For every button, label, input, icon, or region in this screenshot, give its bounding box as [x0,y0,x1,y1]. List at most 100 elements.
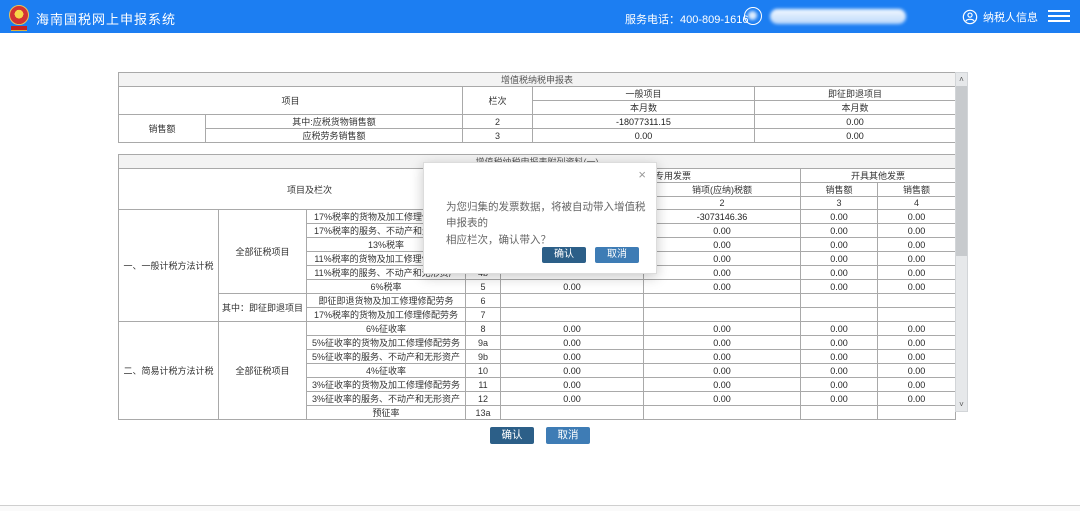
t2-col-no: 12 [466,392,501,406]
t1-header-item: 项目 [119,87,463,115]
t2-col-number: 4 [878,197,956,210]
t2-cell-value: 0.00 [801,392,878,406]
taxpayer-info-button[interactable]: 纳税人信息 [962,8,1038,26]
tax-emblem-logo [9,5,29,25]
t2-cell-value: 0.00 [501,322,644,336]
t2-row-label: 3%征收率的服务、不动产和无形资产 [307,392,466,406]
scroll-down-icon[interactable]: ˅ [956,398,967,411]
t2-cell-value [644,294,801,308]
close-icon[interactable]: × [638,168,646,181]
t2-row-label: 5%征收率的货物及加工修理修配劳务 [307,336,466,350]
tax-emblem-ribbon [11,26,27,31]
t2-row-label: 6%税率 [307,280,466,294]
import-confirm-dialog: × 为您归集的发票数据，将被自动带入增值税申报表的 相应栏次，确认带入？ 确认 … [423,162,657,274]
t2-row-category: 一、一般计税方法计税 [119,210,219,322]
t1-header-colno: 栏次 [463,87,533,115]
dialog-message: 为您归集的发票数据，将被自动带入增值税申报表的 相应栏次，确认带入？ [446,199,646,248]
table-row: 其中：即征即退项目 即征即退货物及加工修理修配劳务 6 [119,294,956,308]
t2-row-subcategory: 全部征税项目 [219,210,307,294]
t2-header-output-tax: 销项(应纳)税额 [644,183,801,197]
scrollbar-thumb[interactable] [956,86,967,256]
t1-row-label: 应税劳务销售额 [206,129,463,143]
t1-col-no: 3 [463,129,533,143]
footer-divider [0,505,1080,511]
dialog-confirm-button[interactable]: 确认 [542,247,586,263]
t2-cell-value: 0.00 [801,238,878,252]
hamburger-menu-button[interactable] [1048,10,1070,23]
t1-header-month: 本月数 [755,101,956,115]
dialog-cancel-button[interactable]: 取消 [595,247,639,263]
table1-title: 增值税纳税申报表 [119,73,956,87]
t2-col-number: 3 [801,197,878,210]
t2-col-no: 9a [466,336,501,350]
t2-cell-value: 0.00 [801,210,878,224]
t2-col-no: 7 [466,308,501,322]
t2-cell-value: 0.00 [801,266,878,280]
t2-row-label: 5%征收率的服务、不动产和无形资产 [307,350,466,364]
t2-cell-value: 0.00 [878,336,956,350]
table-row: 销售额 其中:应税货物销售额 2 -18077311.15 0.00 [119,115,956,129]
org-badge-icon [744,7,762,25]
t2-cell-value: 0.00 [878,322,956,336]
t2-col-no: 6 [466,294,501,308]
t2-cell-value: 0.00 [878,238,956,252]
t2-col-no: 11 [466,378,501,392]
t2-cell-value: 0.00 [644,224,801,238]
t1-cell-value: 0.00 [533,129,755,143]
t2-cell-value: 0.00 [644,266,801,280]
t2-col-no: 9b [466,350,501,364]
service-phone: 服务电话：400-809-1616 [625,11,749,27]
t2-cell-value: 0.00 [501,392,644,406]
table-row: 二、简易计税方法计税 全部征税项目 6%征收率 8 0.00 0.00 0.00… [119,322,956,336]
t2-cell-value [878,294,956,308]
t2-row-label: 17%税率的货物及加工修理修配劳务 [307,308,466,322]
t2-row-label: 4%征收率 [307,364,466,378]
t2-cell-value: 0.00 [644,350,801,364]
t2-cell-value: 0.00 [878,280,956,294]
t2-cell-value: 0.00 [644,378,801,392]
scroll-up-icon[interactable]: ˄ [956,73,967,86]
t2-row-label: 3%征收率的货物及加工修理修配劳务 [307,378,466,392]
t2-cell-value: 0.00 [644,322,801,336]
t2-cell-value: 0.00 [801,336,878,350]
t2-cell-value: 0.00 [878,266,956,280]
t1-row-label: 其中:应税货物销售额 [206,115,463,129]
t2-row-category: 二、简易计税方法计税 [119,322,219,420]
t2-cell-value [801,294,878,308]
t2-cell-value [801,406,878,420]
t2-cell-value: 0.00 [878,364,956,378]
t2-cell-value: 0.00 [801,350,878,364]
t1-row-group: 销售额 [119,115,206,143]
table-row: 应税劳务销售额 3 0.00 0.00 [119,129,956,143]
page-actions: 确认 取消 [0,427,1080,444]
t2-cell-value: 0.00 [878,252,956,266]
t2-cell-value [644,308,801,322]
t2-cell-value: 0.00 [801,322,878,336]
t1-header-month: 本月数 [533,101,755,115]
t2-cell-value: 0.00 [644,336,801,350]
t1-cell-value: 0.00 [755,129,956,143]
cancel-button[interactable]: 取消 [546,427,590,444]
t2-cell-value: 0.00 [801,364,878,378]
t2-cell-value [501,294,644,308]
t2-cell-value [878,406,956,420]
t2-cell-value: 0.00 [644,392,801,406]
t1-cell-value: -18077311.15 [533,115,755,129]
page: 海南国税网上申报系统 服务电话：400-809-1616 纳税人信息 增值税纳税… [0,0,1080,511]
t2-row-label: 预征率 [307,406,466,420]
t2-cell-value: 0.00 [644,238,801,252]
app-title: 海南国税网上申报系统 [36,9,176,28]
t2-col-no: 13a [466,406,501,420]
confirm-button[interactable]: 确认 [490,427,534,444]
t2-header-sales: 销售额 [801,183,878,197]
t1-col-no: 2 [463,115,533,129]
vertical-scrollbar[interactable]: ˄ ˅ [955,72,968,412]
redacted-company-name [770,9,906,24]
t2-cell-value [644,406,801,420]
t2-col-number: 2 [644,197,801,210]
t2-cell-value [501,308,644,322]
t2-cell-value: 0.00 [644,252,801,266]
t2-cell-value: 0.00 [801,378,878,392]
t2-cell-value: 0.00 [801,252,878,266]
t1-header-refund: 即征即退项目 [755,87,956,101]
